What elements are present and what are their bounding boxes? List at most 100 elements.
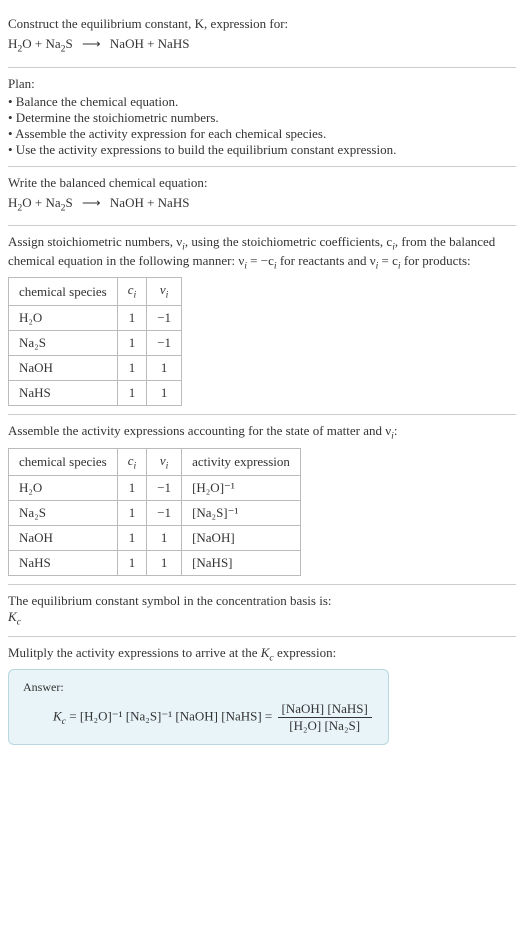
cell: NaHS xyxy=(9,380,118,405)
arrow-icon: ⟶ xyxy=(76,195,107,210)
activity-section: Assemble the activity expressions accoun… xyxy=(8,415,516,585)
answer-label: Answer: xyxy=(23,680,374,695)
text: , using the stoichiometric coefficients,… xyxy=(185,234,392,249)
table-row: Na₂S1−1 xyxy=(9,330,182,355)
col-species: chemical species xyxy=(9,448,118,476)
cell: 1 xyxy=(147,380,182,405)
eq-lhs: O + Na xyxy=(22,195,60,210)
cell: −1 xyxy=(147,501,182,526)
intro-text: Construct the equilibrium constant, K, e… xyxy=(8,16,516,32)
eq-lhs: S xyxy=(66,195,73,210)
intro-equation: H2O + Na2S ⟶ NaOH + NaHS xyxy=(8,36,516,55)
text: expression: xyxy=(274,645,336,660)
balanced-equation: H2O + Na2S ⟶ NaOH + NaHS xyxy=(8,195,516,214)
table-row: H₂O1−1 xyxy=(9,305,182,330)
table-row: NaOH11 xyxy=(9,355,182,380)
arrow-icon: ⟶ xyxy=(76,36,107,51)
symbol-text: The equilibrium constant symbol in the c… xyxy=(8,593,516,609)
k: K xyxy=(8,609,17,624)
k-sub: c xyxy=(17,617,21,628)
plan-section: Plan: • Balance the chemical equation. •… xyxy=(8,68,516,167)
eq-lhs: H xyxy=(8,36,17,51)
text: = −c xyxy=(247,253,274,268)
multiply-text: Mulitply the activity expressions to arr… xyxy=(8,645,516,664)
cell: 1 xyxy=(117,355,147,380)
activity-table: chemical species ci νi activity expressi… xyxy=(8,448,301,577)
symbol-k: Kc xyxy=(8,609,516,628)
eq-lhs: H xyxy=(8,195,17,210)
denominator: [H₂O] [Na₂S] xyxy=(278,718,372,734)
k: K xyxy=(53,709,62,724)
col-c: ci xyxy=(117,448,147,476)
text: Mulitply the activity expressions to arr… xyxy=(8,645,261,660)
table-header-row: chemical species ci νi xyxy=(9,278,182,306)
cell: 1 xyxy=(117,551,147,576)
col-expr: activity expression xyxy=(182,448,301,476)
answer-box: Answer: Kc = [H₂O]⁻¹ [Na₂S]⁻¹ [NaOH] [Na… xyxy=(8,669,389,745)
plan-bullet: • Balance the chemical equation. xyxy=(8,94,516,110)
cell: 1 xyxy=(117,380,147,405)
cell: 1 xyxy=(147,355,182,380)
sub: i xyxy=(166,460,169,471)
sub: i xyxy=(134,290,137,301)
plan-bullet: • Determine the stoichiometric numbers. xyxy=(8,110,516,126)
eq-body: = [H₂O]⁻¹ [Na₂S]⁻¹ [NaOH] [NaHS] = xyxy=(66,709,276,724)
eq-lhs: S xyxy=(66,36,73,51)
text: for products: xyxy=(401,253,471,268)
activity-title: Assemble the activity expressions accoun… xyxy=(8,423,516,442)
table-row: Na₂S1−1[Na₂S]⁻¹ xyxy=(9,501,301,526)
fraction: [NaOH] [NaHS][H₂O] [Na₂S] xyxy=(278,701,372,734)
cell: 1 xyxy=(147,526,182,551)
numerator: [NaOH] [NaHS] xyxy=(278,701,372,718)
sub: i xyxy=(166,290,169,301)
text: : xyxy=(394,423,398,438)
cell: 1 xyxy=(117,526,147,551)
eq-rhs: NaOH + NaHS xyxy=(110,195,190,210)
answer-equation: Kc = [H₂O]⁻¹ [Na₂S]⁻¹ [NaOH] [NaHS] = [N… xyxy=(53,701,374,734)
col-c: ci xyxy=(117,278,147,306)
cell: NaOH xyxy=(9,355,118,380)
table-row: H₂O1−1[H₂O]⁻¹ xyxy=(9,476,301,501)
table-header-row: chemical species ci νi activity expressi… xyxy=(9,448,301,476)
sub: i xyxy=(134,460,137,471)
symbol-section: The equilibrium constant symbol in the c… xyxy=(8,585,516,637)
cell: NaOH xyxy=(9,526,118,551)
balanced-section: Write the balanced chemical equation: H2… xyxy=(8,167,516,227)
cell: 1 xyxy=(117,330,147,355)
cell: NaHS xyxy=(9,551,118,576)
cell: 1 xyxy=(117,305,147,330)
multiply-section: Mulitply the activity expressions to arr… xyxy=(8,637,516,754)
table-row: NaHS11 xyxy=(9,380,182,405)
cell: 1 xyxy=(147,551,182,576)
cell: Na₂S xyxy=(9,501,118,526)
eq-lhs: O + Na xyxy=(22,36,60,51)
col-v: νi xyxy=(147,448,182,476)
eq-rhs: NaOH + NaHS xyxy=(110,36,190,51)
cell: [Na₂S]⁻¹ xyxy=(182,501,301,526)
cell: 1 xyxy=(117,501,147,526)
cell: −1 xyxy=(147,305,182,330)
col-v: νi xyxy=(147,278,182,306)
col-species: chemical species xyxy=(9,278,118,306)
text: Assemble the activity expressions accoun… xyxy=(8,423,391,438)
intro-section: Construct the equilibrium constant, K, e… xyxy=(8,8,516,68)
cell: −1 xyxy=(147,330,182,355)
cell: H₂O xyxy=(9,476,118,501)
table-row: NaHS11[NaHS] xyxy=(9,551,301,576)
stoich-table: chemical species ci νi H₂O1−1 Na₂S1−1 Na… xyxy=(8,277,182,406)
plan-title: Plan: xyxy=(8,76,516,92)
text: = c xyxy=(378,253,398,268)
text: for reactants and ν xyxy=(277,253,376,268)
text: Assign stoichiometric numbers, ν xyxy=(8,234,182,249)
plan-bullet: • Assemble the activity expression for e… xyxy=(8,126,516,142)
table-row: NaOH11[NaOH] xyxy=(9,526,301,551)
cell: [NaOH] xyxy=(182,526,301,551)
balanced-title: Write the balanced chemical equation: xyxy=(8,175,516,191)
cell: Na₂S xyxy=(9,330,118,355)
cell: −1 xyxy=(147,476,182,501)
cell: 1 xyxy=(117,476,147,501)
stoich-section: Assign stoichiometric numbers, ν i , using… xyxy=(8,226,516,415)
cell: [H₂O]⁻¹ xyxy=(182,476,301,501)
cell: H₂O xyxy=(9,305,118,330)
plan-bullet: • Use the activity expressions to build … xyxy=(8,142,516,158)
